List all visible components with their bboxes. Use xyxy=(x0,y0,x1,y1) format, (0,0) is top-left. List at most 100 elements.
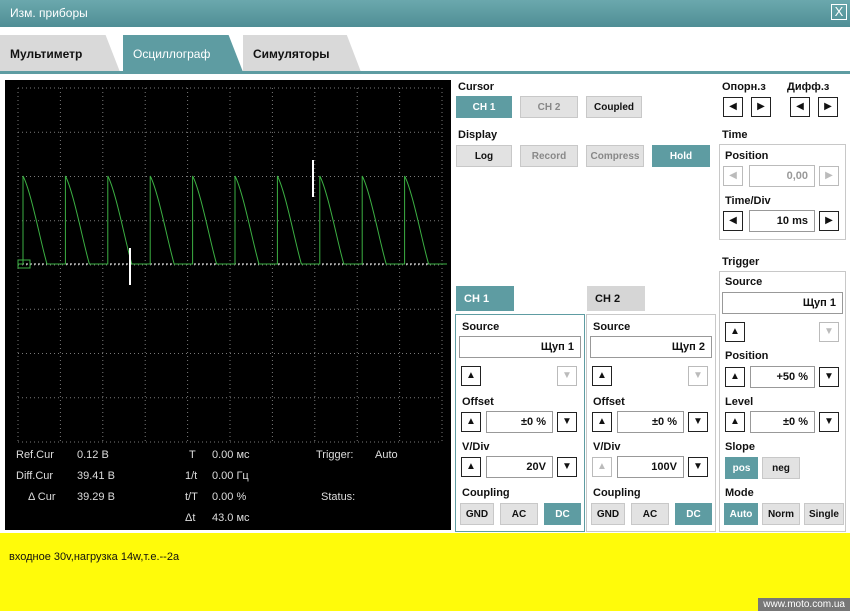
ch2-dc-button[interactable]: DC xyxy=(675,503,712,525)
display-hold-button[interactable]: Hold xyxy=(652,145,710,167)
display-label: Display xyxy=(458,129,498,141)
trigger-position-field[interactable]: +50 % xyxy=(750,366,815,388)
inv-t-label: 1/t xyxy=(185,470,198,482)
trigger-level-field[interactable]: ±0 % xyxy=(750,411,815,433)
trigger-value: Auto xyxy=(375,449,398,461)
ch2-gnd-button[interactable]: GND xyxy=(591,503,625,525)
ch2-coupling-label: Coupling xyxy=(593,487,641,499)
tab-simulators[interactable]: Симуляторы xyxy=(243,35,361,72)
t-value: 0.00 мс xyxy=(212,449,250,461)
slope-neg-button[interactable]: neg xyxy=(762,457,800,479)
ch1-vdiv-down-icon[interactable]: ▼ xyxy=(557,457,577,477)
t-label: T xyxy=(189,449,196,461)
ch2-offset-label: Offset xyxy=(593,396,625,408)
delta-cur-label: Δ Cur xyxy=(28,491,56,503)
ch1-source-field[interactable]: Щуп 1 xyxy=(459,336,581,358)
slope-pos-button[interactable]: pos xyxy=(725,457,758,479)
ref-cur-value: 0.12 В xyxy=(77,449,109,461)
diff-cur-value: 39.41 В xyxy=(77,470,115,482)
oscilloscope-screen[interactable]: Ref.Cur 0.12 В Diff.Cur 39.41 В Δ Cur 39… xyxy=(5,80,451,530)
trigger-level-down-icon[interactable]: ▼ xyxy=(819,412,839,432)
notes-panel[interactable]: входное 30v,нагрузка 14w,т.е.--2а www.mo… xyxy=(0,533,850,611)
ch2-offset-up-icon[interactable]: ▲ xyxy=(592,412,612,432)
cursor-coupled-button[interactable]: Coupled xyxy=(586,96,642,118)
status-label: Status: xyxy=(321,491,356,503)
note-text: входное 30v,нагрузка 14w,т.е.--2а xyxy=(9,551,180,563)
ref-cur-label: Ref.Cur xyxy=(16,449,54,461)
mode-auto-button[interactable]: Auto xyxy=(724,503,758,525)
time-div-right-icon[interactable]: ▶ xyxy=(819,211,839,231)
ch2-vdiv-down-icon[interactable]: ▼ xyxy=(688,457,708,477)
time-position-right-icon[interactable]: ▶ xyxy=(819,166,839,186)
ch1-source-label: Source xyxy=(462,321,500,333)
ch1-vdiv-field[interactable]: 20V xyxy=(486,456,553,478)
ch1-offset-field[interactable]: ±0 % xyxy=(486,411,553,433)
ch2-vdiv-label: V/Div xyxy=(593,441,621,453)
close-button[interactable]: X xyxy=(831,4,847,20)
display-record-button[interactable]: Record xyxy=(520,145,578,167)
diff-cur-label: Diff.Cur xyxy=(16,470,54,482)
trigger-source-up-icon[interactable]: ▲ xyxy=(725,322,745,342)
scope-grid xyxy=(17,87,447,443)
diff-left-arrow-icon[interactable]: ◀ xyxy=(790,97,810,117)
ref-right-arrow-icon[interactable]: ▶ xyxy=(751,97,771,117)
time-position-field[interactable]: 0,00 xyxy=(749,165,815,187)
ch2-source-down-icon[interactable]: ▼ xyxy=(688,366,708,386)
trigger-source-label: Source xyxy=(725,276,763,288)
delta-t-label: Δt xyxy=(185,512,196,524)
ch1-offset-up-icon[interactable]: ▲ xyxy=(461,412,481,432)
ch2-source-up-icon[interactable]: ▲ xyxy=(592,366,612,386)
trigger-position-down-icon[interactable]: ▼ xyxy=(819,367,839,387)
ch1-source-down-icon[interactable]: ▼ xyxy=(557,366,577,386)
trigger-source-field[interactable]: Щуп 1 xyxy=(722,292,843,314)
delta-cur-value: 39.29 В xyxy=(77,491,115,503)
ch1-ac-button[interactable]: AC xyxy=(500,503,538,525)
display-compress-button[interactable]: Compress xyxy=(586,145,644,167)
t-over-T-value: 0.00 % xyxy=(212,491,247,503)
time-position-left-icon[interactable]: ◀ xyxy=(723,166,743,186)
ch2-source-label: Source xyxy=(593,321,631,333)
ch2-tab[interactable]: CH 2 xyxy=(587,286,645,311)
ref-left-arrow-icon[interactable]: ◀ xyxy=(723,97,743,117)
mode-single-button[interactable]: Single xyxy=(804,503,844,525)
display-log-button[interactable]: Log xyxy=(456,145,512,167)
ch1-offset-down-icon[interactable]: ▼ xyxy=(557,412,577,432)
trigger-mode-label: Mode xyxy=(725,487,754,499)
trigger-label: Trigger: xyxy=(316,449,354,461)
ch2-vdiv-field[interactable]: 100V xyxy=(617,456,684,478)
diff-nav-label: Дифф.з xyxy=(787,81,830,93)
time-div-left-icon[interactable]: ◀ xyxy=(723,211,743,231)
ch2-source-field[interactable]: Щуп 2 xyxy=(590,336,712,358)
ch2-offset-field[interactable]: ±0 % xyxy=(617,411,684,433)
time-label: Time xyxy=(722,129,748,141)
ch1-gnd-button[interactable]: GND xyxy=(460,503,494,525)
mode-norm-button[interactable]: Norm xyxy=(762,503,800,525)
time-div-field[interactable]: 10 ms xyxy=(749,210,815,232)
ref-nav-label: Опорн.з xyxy=(722,81,766,93)
ch1-coupling-label: Coupling xyxy=(462,487,510,499)
trigger-position-up-icon[interactable]: ▲ xyxy=(725,367,745,387)
ch2-ac-button[interactable]: AC xyxy=(631,503,669,525)
diff-right-arrow-icon[interactable]: ▶ xyxy=(818,97,838,117)
tab-multimeter[interactable]: Мультиметр xyxy=(0,35,120,72)
trigger-position-label: Position xyxy=(725,350,769,362)
ch1-offset-label: Offset xyxy=(462,396,494,408)
ch1-vdiv-up-icon[interactable]: ▲ xyxy=(461,457,481,477)
trigger-level-up-icon[interactable]: ▲ xyxy=(725,412,745,432)
ch2-offset-down-icon[interactable]: ▼ xyxy=(688,412,708,432)
ch1-vdiv-label: V/Div xyxy=(462,441,490,453)
waveform-trace xyxy=(18,175,447,265)
trigger-source-down-icon[interactable]: ▼ xyxy=(819,322,839,342)
watermark: www.moto.com.ua xyxy=(758,598,850,611)
delta-t-value: 43.0 мс xyxy=(212,512,250,524)
window-title: Изм. приборы xyxy=(10,6,88,20)
tab-bar: Мультиметр Осциллограф Симуляторы xyxy=(0,35,850,73)
tab-oscilloscope[interactable]: Осциллограф xyxy=(123,35,243,72)
ch1-dc-button[interactable]: DC xyxy=(544,503,581,525)
cursor-ch2-button[interactable]: CH 2 xyxy=(520,96,578,118)
cursor-ch1-button[interactable]: CH 1 xyxy=(456,96,512,118)
ch1-tab[interactable]: CH 1 xyxy=(456,286,514,311)
ch2-vdiv-up-icon[interactable]: ▲ xyxy=(592,457,612,477)
time-position-label: Position xyxy=(725,150,769,162)
ch1-source-up-icon[interactable]: ▲ xyxy=(461,366,481,386)
